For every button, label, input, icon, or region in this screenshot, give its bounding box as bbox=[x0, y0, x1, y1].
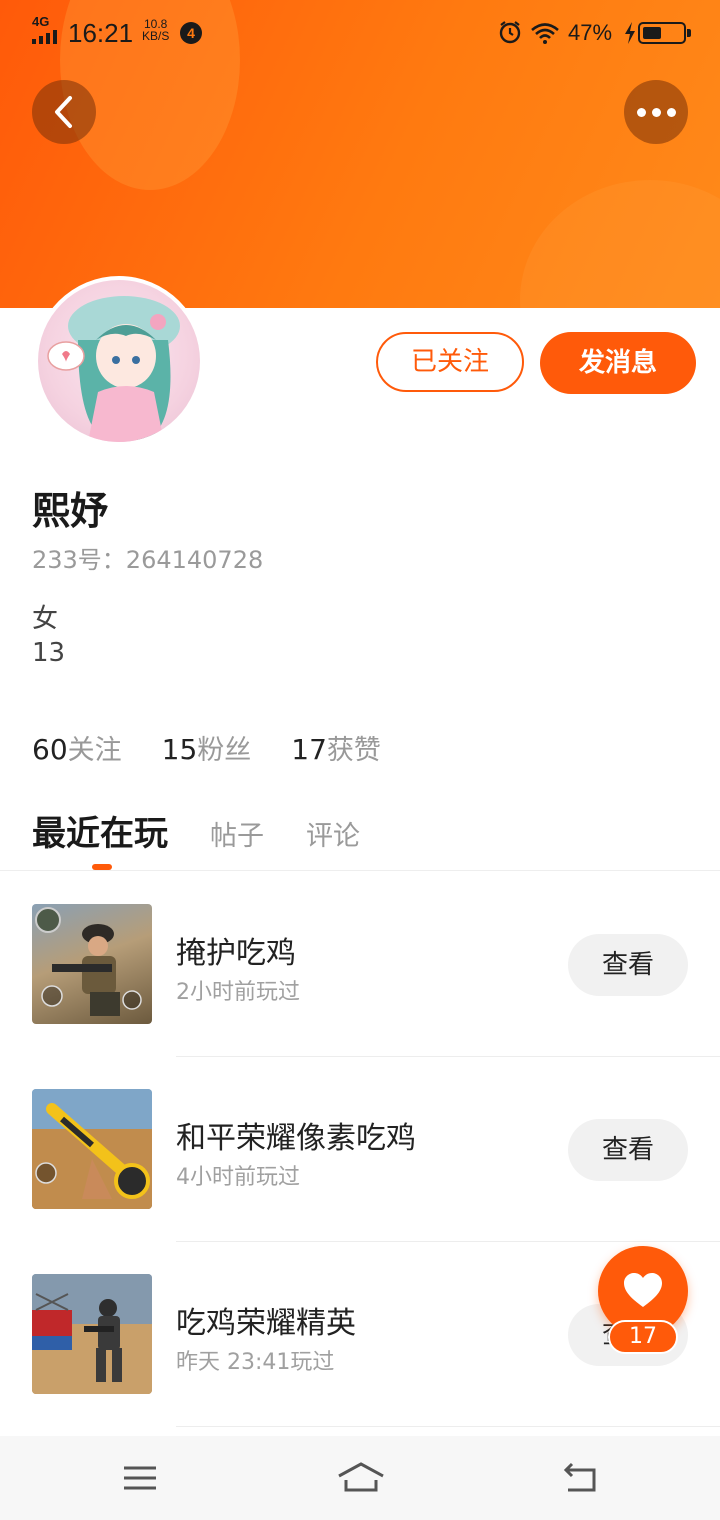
back-button[interactable] bbox=[32, 80, 96, 144]
more-button[interactable] bbox=[624, 80, 688, 144]
username: 熙妤 bbox=[32, 489, 109, 533]
charging-icon bbox=[625, 22, 635, 44]
game-thumbnail bbox=[32, 1274, 152, 1394]
profile-stats: 60 关注 15 粉丝 17 获赞 bbox=[32, 728, 381, 767]
home-icon[interactable] bbox=[336, 1458, 386, 1498]
game-thumbnail bbox=[32, 904, 152, 1024]
like-count-badge: 17 bbox=[608, 1320, 678, 1354]
clock: 16:21 bbox=[68, 18, 134, 48]
gender: 女 bbox=[32, 604, 59, 634]
signal-icon: 4G bbox=[32, 14, 62, 44]
stat-label: 粉丝 bbox=[197, 735, 252, 766]
last-played-time: 昨天 23:41玩过 bbox=[176, 1350, 335, 1375]
divider bbox=[0, 870, 720, 871]
stat-label: 获赞 bbox=[326, 735, 381, 766]
network-speed: 10.8 KB/S bbox=[142, 18, 169, 42]
stat-following[interactable]: 60 关注 bbox=[32, 728, 122, 767]
divider bbox=[176, 1426, 720, 1427]
back-nav-icon[interactable] bbox=[560, 1458, 600, 1498]
tab-recently-played[interactable]: 最近在玩 bbox=[32, 806, 168, 855]
system-navigation-bar bbox=[0, 1436, 720, 1520]
avatar[interactable] bbox=[34, 276, 204, 446]
speed-unit: KB/S bbox=[142, 29, 170, 43]
game-name: 掩护吃鸡 bbox=[176, 936, 296, 971]
user-id: 233号：264140728 bbox=[32, 546, 264, 574]
last-played-time: 2小时前玩过 bbox=[176, 980, 300, 1005]
followed-button[interactable]: 已关注 bbox=[376, 332, 524, 392]
last-played-time: 4小时前玩过 bbox=[176, 1165, 300, 1190]
send-message-button[interactable]: 发消息 bbox=[540, 332, 696, 394]
notification-badge: 4 bbox=[180, 22, 202, 44]
game-name: 吃鸡荣耀精英 bbox=[176, 1306, 356, 1341]
age: 13 bbox=[32, 638, 66, 668]
tab-comments[interactable]: 评论 bbox=[306, 814, 360, 853]
battery-icon bbox=[638, 22, 691, 44]
stat-followers[interactable]: 15 粉丝 bbox=[162, 728, 252, 767]
battery-percent: 47% bbox=[568, 20, 613, 45]
menu-icon[interactable] bbox=[120, 1458, 160, 1498]
tab-posts[interactable]: 帖子 bbox=[210, 814, 264, 853]
status-bar: 4G 16:21 10.8 KB/S 4 47% bbox=[0, 0, 720, 66]
game-thumbnail bbox=[32, 1089, 152, 1209]
stat-label: 关注 bbox=[67, 735, 122, 766]
banner-decoration bbox=[520, 180, 720, 308]
stat-number: 60 bbox=[32, 733, 68, 766]
stat-number: 17 bbox=[291, 733, 327, 766]
alarm-icon bbox=[499, 21, 521, 44]
heart-icon bbox=[624, 1273, 662, 1307]
view-button[interactable]: 查看 bbox=[568, 934, 688, 996]
view-button[interactable]: 查看 bbox=[568, 1119, 688, 1181]
list-item[interactable]: 和平荣耀像素吃鸡 4小时前玩过 查看 bbox=[0, 1057, 720, 1242]
stat-number: 15 bbox=[161, 733, 198, 766]
game-name: 和平荣耀像素吃鸡 bbox=[176, 1121, 416, 1156]
wifi-icon bbox=[531, 23, 559, 44]
list-item[interactable]: 掩护吃鸡 2小时前玩过 查看 bbox=[0, 872, 720, 1057]
profile-tabs: 最近在玩 帖子 评论 bbox=[32, 806, 360, 855]
stat-likes[interactable]: 17 获赞 bbox=[291, 728, 381, 767]
avatar-illustration bbox=[47, 296, 180, 442]
more-dots-icon bbox=[636, 107, 676, 117]
battery-level bbox=[643, 27, 661, 39]
network-type: 4G bbox=[32, 14, 50, 29]
chevron-left-icon bbox=[55, 96, 72, 128]
